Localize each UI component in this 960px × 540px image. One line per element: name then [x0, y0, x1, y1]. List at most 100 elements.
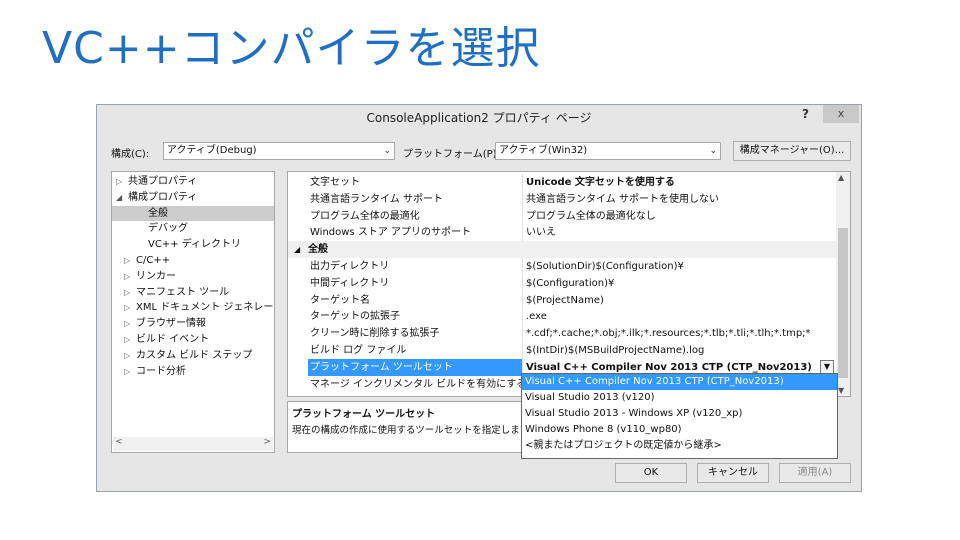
tree-item[interactable]: デバッグ	[112, 221, 274, 236]
tree-item[interactable]: ▷ ビルド イベント	[112, 332, 274, 347]
tree-item[interactable]: ▷ 共通プロパティ	[112, 174, 274, 189]
column-divider	[522, 274, 523, 292]
config-manager-button[interactable]: 構成マネージャー(O)...	[733, 141, 851, 161]
tree-item-label: C/C++	[136, 255, 171, 266]
grid-row[interactable]: ビルド ログ ファイル $(IntDir)$(MSBuildProjectName…	[288, 342, 836, 359]
grid-row[interactable]: ターゲット名 $(ProjectName)	[288, 291, 836, 309]
tree-item[interactable]: ▷ ブラウザー情報	[112, 316, 274, 331]
column-divider	[522, 174, 523, 191]
property-value: $(ProjectName)	[526, 294, 604, 306]
dialog-titlebar: ConsoleApplication2 プロパティ ページ ? x	[97, 105, 861, 129]
tree-item-label: 構成プロパティ	[128, 191, 198, 203]
tree-item[interactable]: ▷ コード分析	[112, 364, 274, 379]
tree-item[interactable]: 全般	[112, 205, 274, 221]
tree-item-label: リンカー	[136, 270, 176, 282]
dropdown-option[interactable]: <親またはプロジェクトの既定値から継承>	[522, 438, 837, 454]
property-name: ターゲット名	[310, 294, 370, 306]
property-pages-dialog: ConsoleApplication2 プロパティ ページ ? x 構成(C):…	[96, 104, 862, 492]
tree-item-label: 全般	[148, 207, 168, 219]
scroll-up-icon[interactable]: ▲	[838, 173, 844, 182]
property-name: プラットフォーム ツールセット	[308, 358, 522, 376]
close-button[interactable]: x	[823, 105, 859, 123]
property-name: 共通言語ランタイム サポート	[310, 193, 443, 205]
platform-select[interactable]: アクティブ(Win32) ⌄	[495, 142, 721, 160]
property-name: 全般	[308, 244, 328, 256]
tree-item-label: VC++ ディレクトリ	[148, 239, 242, 251]
dropdown-option[interactable]: Windows Phone 8 (v110_wp80)	[522, 422, 837, 438]
property-value: *.cdf;*.cache;*.obj;*.ilk;*.resources;*.…	[526, 328, 811, 340]
platform-label: プラットフォーム(P):	[403, 149, 500, 160]
tree-item-label: XML ドキュメント ジェネレーター	[136, 302, 274, 314]
scroll-left-icon[interactable]: <	[115, 437, 123, 447]
property-grid: 文字セット Unicode 文字セットを使用する 共通言語ランタイム サポート 共通言…	[287, 171, 851, 397]
grid-row[interactable]: 文字セット Unicode 文字セットを使用する	[288, 174, 836, 191]
cancel-button[interactable]: キャンセル	[697, 463, 769, 483]
column-divider	[522, 308, 523, 326]
expand-arrow-icon[interactable]: ▷	[124, 348, 136, 363]
tree-item[interactable]: ▷ C/C++	[112, 253, 274, 268]
column-divider	[522, 325, 523, 343]
scroll-right-icon[interactable]: >	[263, 437, 271, 447]
grid-row[interactable]: プログラム全体の最適化 プログラム全体の最適化なし	[288, 207, 836, 225]
expand-arrow-icon[interactable]: ▷	[116, 174, 128, 189]
property-value: 共通言語ランタイム サポートを使用しない	[526, 193, 719, 205]
collapse-arrow-icon[interactable]: ◢	[294, 241, 300, 258]
ok-button[interactable]: OK	[615, 463, 687, 483]
grid-row[interactable]: 中間ディレクトリ $(Configuration)¥	[288, 274, 836, 292]
property-value: $(IntDir)$(MSBuildProjectName).log	[526, 345, 705, 356]
tree-item[interactable]: ▷XML ドキュメント ジェネレーター	[112, 300, 274, 315]
property-name: Windows ストア アプリのサポート	[310, 227, 471, 239]
property-value: $(Configuration)¥	[526, 277, 615, 289]
expand-arrow-icon[interactable]: ▷	[124, 253, 136, 268]
expand-arrow-icon[interactable]: ▷	[124, 316, 136, 331]
property-name: 出力ディレクトリ	[310, 261, 390, 272]
tree-item-label: カスタム ビルド ステップ	[136, 349, 253, 361]
property-name: ビルド ログ ファイル	[310, 345, 407, 356]
property-value: $(SolutionDir)$(Configuration)¥	[526, 261, 684, 272]
grid-row[interactable]: ターゲットの拡張子 .exe	[288, 308, 836, 326]
grid-category-row[interactable]: ◢ 全般	[288, 241, 836, 259]
property-name: 中間ディレクトリ	[310, 277, 390, 289]
tree-horizontal-scrollbar[interactable]: < >	[113, 437, 273, 451]
scroll-down-icon[interactable]: ▼	[838, 386, 844, 395]
grid-vertical-scrollbar[interactable]: ▲ ▼	[836, 172, 850, 396]
apply-button[interactable]: 適用(A)	[779, 463, 851, 483]
property-value: .exe	[526, 311, 547, 323]
tree-item[interactable]: ◢ 構成プロパティ	[112, 190, 274, 205]
property-name: 文字セット	[310, 177, 360, 188]
expand-arrow-icon[interactable]: ▷	[124, 300, 136, 315]
property-name: プログラム全体の最適化	[310, 210, 420, 222]
grid-row[interactable]: クリーン時に削除する拡張子 *.cdf;*.cache;*.obj;*.ilk;*…	[288, 325, 836, 343]
tree-item[interactable]: ▷ カスタム ビルド ステップ	[112, 348, 274, 363]
toolset-dropdown-list: Visual C++ Compiler Nov 2013 CTP (CTP_No…	[521, 373, 838, 459]
expand-arrow-icon[interactable]: ◢	[116, 190, 128, 205]
tree-item-label: ビルド イベント	[136, 334, 210, 345]
grid-row[interactable]: Windows ストア アプリのサポート いいえ	[288, 224, 836, 242]
column-divider	[522, 207, 523, 225]
property-value: Visual C++ Compiler Nov 2013 CTP (CTP_No…	[526, 361, 812, 373]
dropdown-option[interactable]: Visual Studio 2013 (v120)	[522, 390, 837, 406]
column-divider	[522, 291, 523, 309]
tree-item-label: マニフェスト ツール	[136, 286, 230, 298]
chevron-down-icon: ⌄	[709, 146, 717, 156]
property-value: いいえ	[526, 227, 556, 239]
dropdown-arrow-icon[interactable]: ▼	[820, 359, 834, 374]
scrollbar-thumb[interactable]	[838, 228, 848, 378]
tree-item[interactable]: ▷ リンカー	[112, 269, 274, 284]
config-select[interactable]: アクティブ(Debug) ⌄	[163, 142, 395, 160]
property-name: クリーン時に削除する拡張子	[310, 328, 440, 340]
grid-row[interactable]: 出力ディレクトリ $(SolutionDir)$(Configuration)¥	[288, 258, 836, 275]
help-button[interactable]: ?	[802, 107, 809, 121]
expand-arrow-icon[interactable]: ▷	[124, 269, 136, 284]
grid-row[interactable]: 共通言語ランタイム サポート 共通言語ランタイム サポートを使用しない	[288, 190, 836, 208]
expand-arrow-icon[interactable]: ▷	[124, 285, 136, 300]
slide-title: VC++コンパイラを選択	[42, 23, 541, 74]
expand-arrow-icon[interactable]: ▷	[124, 332, 136, 347]
tree-item[interactable]: VC++ ディレクトリ	[112, 237, 274, 252]
dropdown-option[interactable]: Visual C++ Compiler Nov 2013 CTP (CTP_No…	[522, 374, 837, 390]
dropdown-option[interactable]: Visual Studio 2013 - Windows XP (v120_xp…	[522, 406, 837, 422]
column-divider	[522, 190, 523, 208]
property-value: プログラム全体の最適化なし	[526, 210, 656, 222]
tree-item[interactable]: ▷ マニフェスト ツール	[112, 285, 274, 300]
expand-arrow-icon[interactable]: ▷	[124, 364, 136, 379]
